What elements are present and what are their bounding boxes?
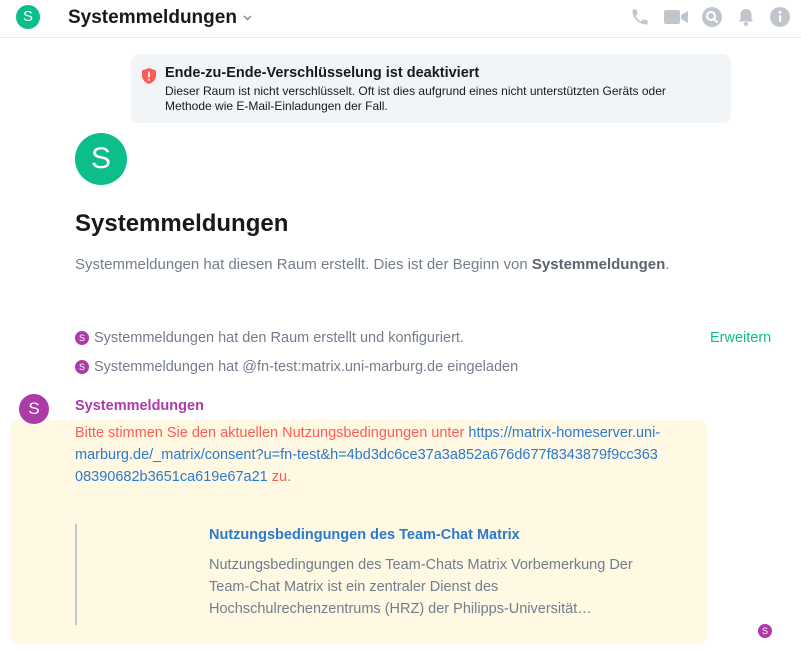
message-body: Bitte stimmen Sie den aktuellen Nutzungs…: [75, 422, 665, 488]
shield-warning-icon: [142, 68, 156, 84]
event-invite: S Systemmeldungen hat @fn-test:matrix.un…: [75, 359, 518, 375]
room-title-button[interactable]: Systemmeldungen: [68, 7, 252, 29]
sender-name[interactable]: Systemmeldungen: [75, 398, 204, 414]
event-text: Systemmeldungen hat @fn-test:matrix.uni-…: [94, 359, 519, 375]
avatar[interactable]: S: [75, 360, 89, 374]
link-preview-title[interactable]: Nutzungsbedingungen des Team-Chat Matrix: [209, 527, 520, 543]
room-intro-title: Systemmeldungen: [75, 210, 289, 237]
intro-desc-suffix: .: [665, 256, 670, 273]
bell-icon[interactable]: [735, 6, 757, 28]
avatar[interactable]: S: [75, 331, 89, 345]
room-header: S Systemmeldungen: [0, 0, 801, 38]
encryption-notice: Ende-zu-Ende-Verschlüsselung ist deaktiv…: [131, 54, 731, 123]
chevron-down-icon: [243, 12, 252, 24]
link-preview-bar: [75, 524, 77, 625]
phone-icon[interactable]: [629, 6, 651, 28]
info-icon[interactable]: [769, 6, 791, 28]
event-room-created: S Systemmeldungen hat den Raum erstellt …: [75, 330, 464, 346]
encryption-notice-title: Ende-zu-Ende-Verschlüsselung ist deaktiv…: [165, 65, 480, 81]
expand-button[interactable]: Erweitern: [710, 330, 771, 346]
room-avatar-large[interactable]: S: [75, 133, 127, 185]
room-intro-description: Systemmeldungen hat diesen Raum erstellt…: [75, 256, 669, 273]
sender-avatar[interactable]: S: [19, 394, 49, 424]
encryption-notice-description: Dieser Raum ist nicht verschlüsselt. Oft…: [165, 84, 666, 113]
event-text: Systemmeldungen hat den Raum erstellt un…: [94, 330, 464, 346]
intro-desc-room-name: Systemmeldungen: [531, 256, 666, 273]
video-icon[interactable]: [663, 6, 689, 28]
intro-desc-prefix: Systemmeldungen hat diesen Raum erstellt…: [75, 256, 532, 273]
link-preview-description: Nutzungsbedingungen des Team-Chats Matri…: [209, 557, 633, 617]
message-text-prefix: Bitte stimmen Sie den aktuellen Nutzungs…: [75, 425, 469, 441]
read-receipt-avatar[interactable]: S: [758, 624, 772, 638]
message-text-suffix: zu.: [267, 469, 292, 485]
search-icon[interactable]: [701, 6, 723, 28]
room-title: Systemmeldungen: [68, 7, 237, 28]
room-avatar[interactable]: S: [16, 5, 40, 29]
